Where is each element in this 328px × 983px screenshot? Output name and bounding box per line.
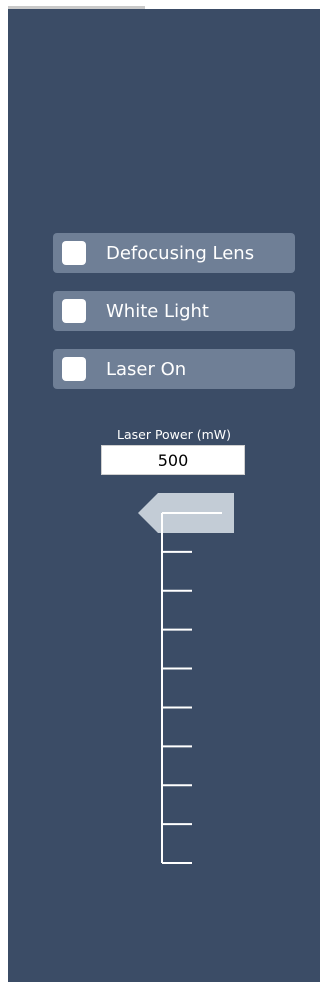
laser-power-input[interactable] <box>101 445 245 475</box>
white-light-label: White Light <box>106 300 209 322</box>
laser-power-slider[interactable] <box>128 489 248 889</box>
white-light-toggle[interactable]: White Light <box>53 291 295 331</box>
white-light-checkbox[interactable] <box>62 299 86 323</box>
laser-on-toggle[interactable]: Laser On <box>53 349 295 389</box>
defocusing-lens-toggle[interactable]: Defocusing Lens <box>53 233 295 273</box>
defocusing-lens-checkbox[interactable] <box>62 241 86 265</box>
app-window: Defocusing Lens White Light Laser On Las… <box>0 0 328 983</box>
laser-power-label: Laser Power (mW) <box>117 427 231 442</box>
defocusing-lens-label: Defocusing Lens <box>106 242 255 264</box>
slider-svg <box>138 493 234 864</box>
control-panel: Defocusing Lens White Light Laser On Las… <box>8 9 320 982</box>
laser-on-checkbox[interactable] <box>62 357 86 381</box>
laser-on-label: Laser On <box>106 358 187 380</box>
